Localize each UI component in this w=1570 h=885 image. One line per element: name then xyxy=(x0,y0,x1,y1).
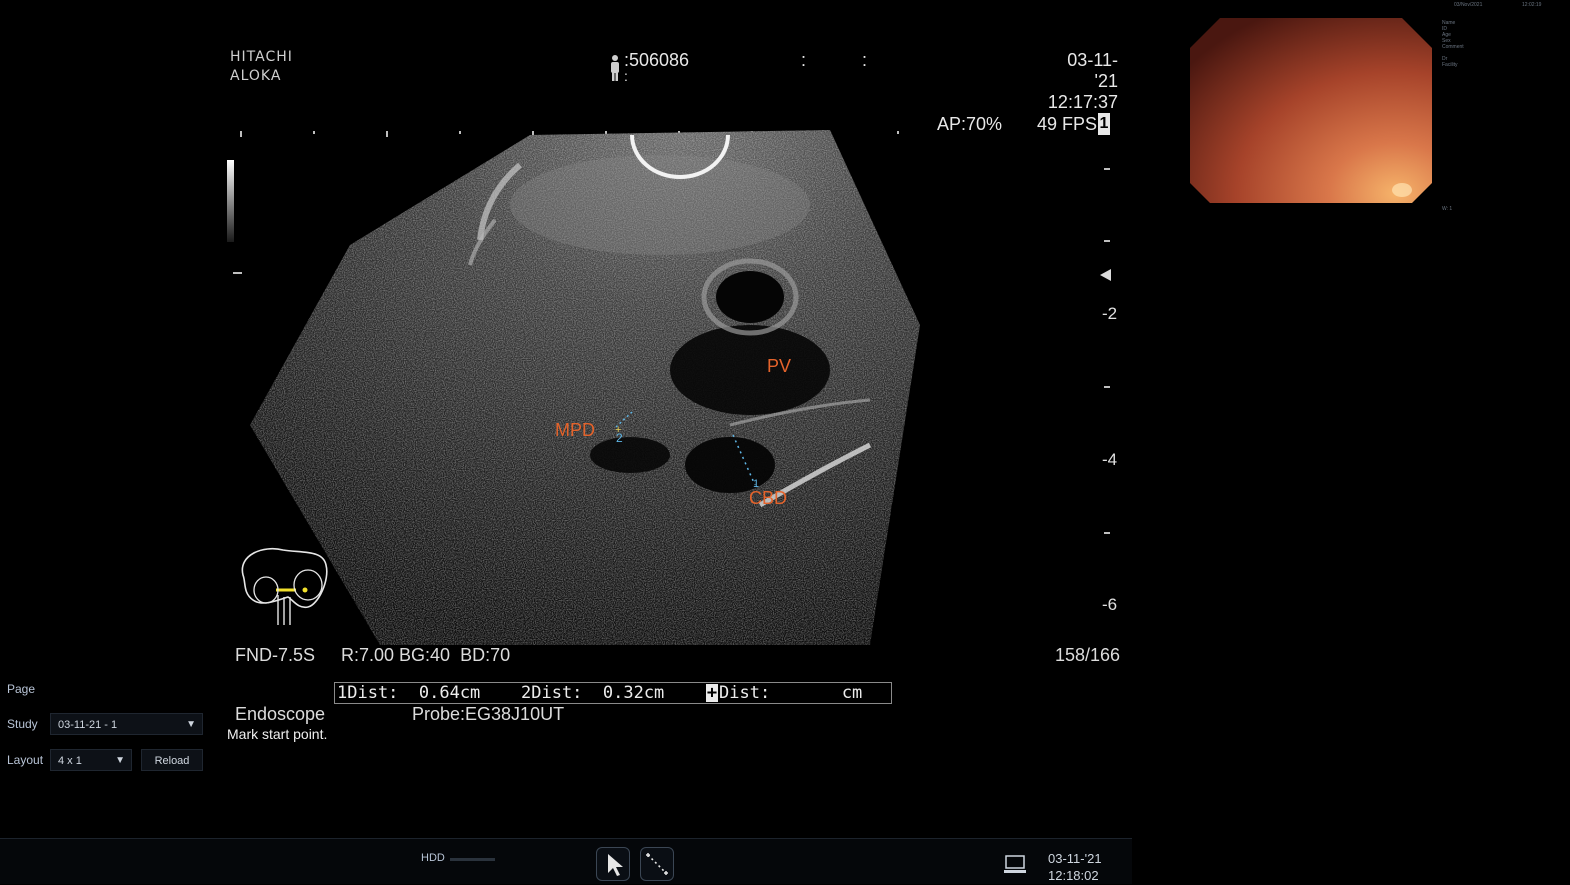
measure-line-icon xyxy=(646,853,668,875)
caliper-2-number: 2 xyxy=(616,431,623,445)
image-params: R:7.00 BG:40 BD:70 xyxy=(341,645,511,665)
measurement-readout: 1Dist: 0.64cm 2Dist: 0.32cm + Dist: cm xyxy=(334,682,892,704)
page-label: Page xyxy=(7,682,36,696)
brand-line-1: HITACHI xyxy=(230,49,293,65)
focus-depth-marker-icon xyxy=(1100,269,1111,281)
layout-dropdown[interactable]: 4 x 1 ▼ xyxy=(50,749,132,771)
hdd-label: HDD xyxy=(421,852,445,864)
transducer-preset: FND-7.5S xyxy=(235,645,316,665)
side-field-facility: Facility xyxy=(1442,62,1458,68)
brand-line-2: ALOKA xyxy=(230,68,282,84)
acoustic-power: AP:70% xyxy=(937,114,1003,134)
depth-label-6: -6 xyxy=(1102,595,1118,614)
study-dropdown[interactable]: 03-11-21 - 1 ▼ xyxy=(50,713,203,735)
probe-label: Probe:EG38J10UT xyxy=(412,704,565,724)
label-pv: PV xyxy=(767,356,792,376)
bottom-date: 03-11-'21 xyxy=(1048,851,1102,866)
reload-button[interactable]: Reload xyxy=(141,749,203,771)
pancreas-pictogram-icon xyxy=(241,548,328,625)
status-message: Mark start point. xyxy=(227,726,328,742)
study-label: Study xyxy=(7,717,38,731)
header-datetime: 03-11-'21 12:17:37 xyxy=(1046,50,1118,113)
side-time: 12:02:19 xyxy=(1522,2,1542,8)
bottom-datetime: 03-11-'21 12:18:02 xyxy=(1048,850,1102,884)
side-patient-fields: Name ID Age Sex Comment Dr Facility xyxy=(1442,20,1464,68)
chevron-down-icon: ▼ xyxy=(186,719,196,730)
side-date: 03/Nov/2021 xyxy=(1454,2,1483,8)
study-dropdown-value: 03-11-21 - 1 xyxy=(58,719,118,731)
frame-rate: 49 FPS xyxy=(1037,114,1098,134)
ultrasound-image[interactable]: + xyxy=(230,125,930,655)
chevron-down-icon: ▼ xyxy=(115,755,125,766)
frame-counter: 158/166 xyxy=(1055,645,1121,665)
label-mpd: MPD xyxy=(555,420,595,440)
layout-dropdown-value: 4 x 1 xyxy=(58,755,82,767)
cursor-arrow-icon xyxy=(608,854,623,876)
depth-scale: -2 -4 -6 xyxy=(1100,160,1130,620)
fps-badge: 1 xyxy=(1098,113,1110,135)
caliper-1-number: 1 xyxy=(753,478,760,490)
side-field-comment: Comment xyxy=(1442,44,1464,50)
measure-tool-button[interactable] xyxy=(640,847,674,881)
brand-logo: HITACHI ALOKA xyxy=(230,48,293,86)
header-colon-a: : xyxy=(801,50,807,70)
patient-id: :506086 xyxy=(624,50,690,70)
layout-label: Layout xyxy=(7,753,44,767)
ultrasound-sector xyxy=(250,130,920,645)
pointer-tool-button[interactable] xyxy=(596,847,630,881)
mode-label: Endoscope xyxy=(235,704,326,724)
patient-sub: : xyxy=(624,68,628,84)
bottom-time: 12:18:02 xyxy=(1048,868,1099,883)
measurement-3-cursor: + xyxy=(706,683,718,703)
header-colon-b: : xyxy=(862,50,868,70)
depth-label-2: -2 xyxy=(1102,304,1118,323)
measurement-3: Dist: cm xyxy=(719,683,863,703)
header-date: 03-11-'21 xyxy=(1067,50,1118,91)
label-cbd: CBD xyxy=(749,488,788,508)
depth-label-4: -4 xyxy=(1102,450,1118,469)
measurement-2: 2Dist: 0.32cm xyxy=(521,683,665,703)
endoscope-video[interactable] xyxy=(1190,18,1432,203)
workstation-icon xyxy=(1004,855,1026,873)
person-icon xyxy=(611,55,619,81)
hdd-usage-bar xyxy=(450,858,495,861)
measurement-1: 1Dist: 0.64cm xyxy=(337,683,481,703)
header-time: 12:17:37 xyxy=(1047,92,1118,112)
bottom-toolbar: HDD 03-11-'21 12:18:02 xyxy=(0,838,1132,884)
side-note: W: 1 xyxy=(1442,206,1453,212)
